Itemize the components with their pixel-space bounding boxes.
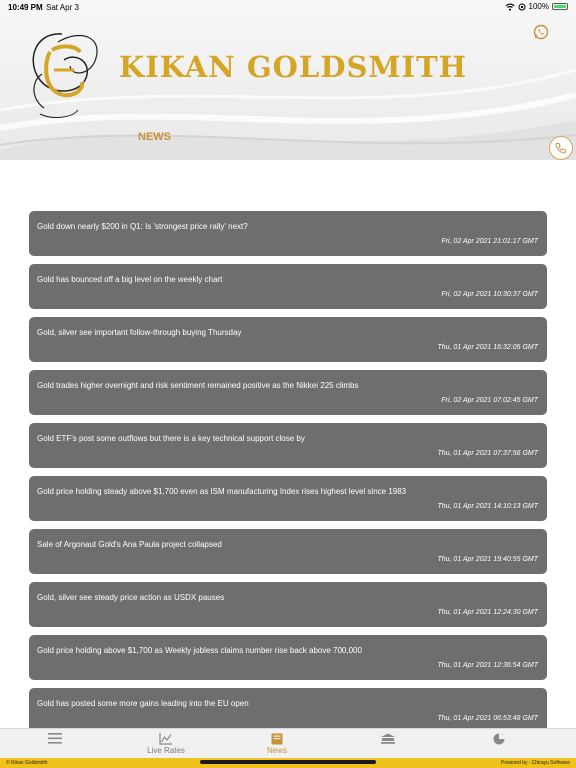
- status-bar: 10:49 PM Sat Apr 3 100%: [0, 0, 576, 14]
- news-headline: Sale of Argonaut Gold's Ana Paula projec…: [37, 540, 222, 549]
- news-timestamp: Thu, 01 Apr 2021 14:10:13 GMT: [437, 503, 538, 510]
- news-timestamp: Thu, 01 Apr 2021 16:32:05 GMT: [437, 344, 538, 351]
- bank-icon: [381, 733, 395, 744]
- news-item[interactable]: Gold, silver see important follow-throug…: [29, 317, 547, 362]
- status-time: 10:49 PM: [8, 3, 43, 12]
- status-date: Sat Apr 3: [46, 3, 79, 12]
- news-headline: Gold price holding steady above $1,700 e…: [37, 487, 407, 496]
- book-icon: [271, 733, 283, 745]
- news-timestamp: Fri, 02 Apr 2021 07:02:45 GMT: [441, 397, 538, 404]
- tab-stats[interactable]: [444, 729, 554, 759]
- brand-name: KIKAN GOLDSMITH: [119, 50, 468, 84]
- news-item[interactable]: Sale of Argonaut Gold's Ana Paula projec…: [29, 529, 547, 574]
- pie-chart-icon: [493, 733, 505, 745]
- footer-powered-by: Powered by : Chirayu Software: [501, 760, 570, 766]
- news-headline: Gold, silver see important follow-throug…: [37, 328, 242, 337]
- news-item[interactable]: Gold price holding steady above $1,700 e…: [29, 476, 547, 521]
- news-item[interactable]: Gold trades higher overnight and risk se…: [29, 370, 547, 415]
- news-headline: Gold, silver see steady price action as …: [37, 593, 225, 602]
- news-item[interactable]: Gold, silver see steady price action as …: [29, 582, 547, 627]
- news-item[interactable]: Gold ETF's post some outflows but there …: [29, 423, 547, 468]
- news-timestamp: Fri, 02 Apr 2021 10:30:37 GMT: [441, 291, 538, 298]
- whatsapp-icon[interactable]: [533, 24, 549, 45]
- news-timestamp: Thu, 01 Apr 2021 06:53:48 GMT: [437, 715, 538, 722]
- footer-copyright: © Kikan Goldsmith: [6, 760, 48, 766]
- tab-live-rates[interactable]: Live Rates: [111, 729, 221, 759]
- news-headline: Gold down nearly $200 in Q1: Is 'stronge…: [37, 222, 248, 231]
- brand-logo: [22, 22, 104, 127]
- phone-icon: [555, 143, 566, 154]
- news-headline: Gold has bounced off a big level on the …: [37, 275, 223, 284]
- tab-menu[interactable]: [0, 729, 110, 759]
- news-item[interactable]: Gold has bounced off a big level on the …: [29, 264, 547, 309]
- home-indicator: [200, 760, 376, 764]
- tab-news[interactable]: News: [222, 729, 332, 759]
- news-timestamp: Fri, 02 Apr 2021 21:01:17 GMT: [441, 238, 538, 245]
- menu-icon: [48, 733, 62, 744]
- news-timestamp: Thu, 01 Apr 2021 12:24:30 GMT: [437, 609, 538, 616]
- news-headline: Gold ETF's post some outflows but there …: [37, 434, 305, 443]
- news-headline: Gold trades higher overnight and risk se…: [37, 381, 359, 390]
- news-list: Gold down nearly $200 in Q1: Is 'stronge…: [29, 211, 547, 741]
- tab-bar: Live Rates News: [0, 728, 576, 758]
- news-timestamp: Thu, 01 Apr 2021 12:36:54 GMT: [437, 662, 538, 669]
- news-timestamp: Thu, 01 Apr 2021 19:40:55 GMT: [437, 556, 538, 563]
- news-headline: Gold price holding above $1,700 as Weekl…: [37, 646, 362, 655]
- tab-label: Live Rates: [147, 746, 185, 755]
- orientation-lock-icon: [518, 3, 526, 10]
- tab-bank[interactable]: [333, 729, 443, 759]
- wifi-icon: [505, 3, 514, 11]
- app-header: KIKAN GOLDSMITH NEWS: [0, 0, 576, 160]
- battery-icon: [552, 3, 568, 10]
- page-title: NEWS: [138, 131, 171, 143]
- news-item[interactable]: Gold down nearly $200 in Q1: Is 'stronge…: [29, 211, 547, 256]
- call-button[interactable]: [549, 136, 573, 160]
- news-item[interactable]: Gold price holding above $1,700 as Weekl…: [29, 635, 547, 680]
- chart-icon: [159, 733, 172, 745]
- news-headline: Gold has posted some more gains leading …: [37, 699, 249, 708]
- news-item[interactable]: Gold has posted some more gains leading …: [29, 688, 547, 733]
- news-timestamp: Thu, 01 Apr 2021 07:37:56 GMT: [437, 450, 538, 457]
- battery-percent: 100%: [528, 2, 549, 11]
- tab-label: News: [266, 746, 287, 755]
